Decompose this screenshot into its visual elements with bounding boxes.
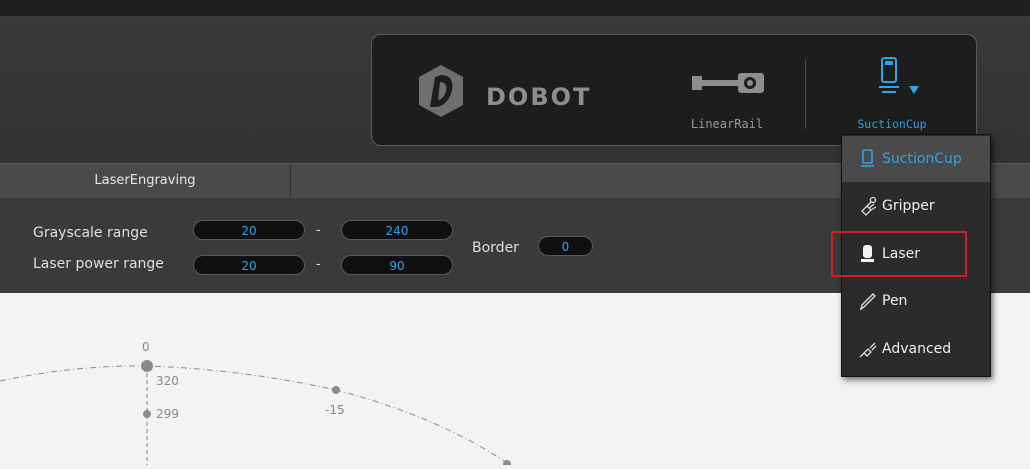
suction-cup-icon [879, 57, 899, 93]
grayscale-range-label: Grayscale range [33, 225, 148, 241]
title-strip [0, 0, 1030, 16]
menu-item-advanced[interactable]: Advanced [842, 326, 990, 372]
menu-item-label: Gripper [882, 198, 935, 214]
border-field[interactable]: 0 [538, 236, 593, 256]
gripper-icon [861, 196, 877, 216]
end-tool-label: SuctionCup [857, 117, 927, 131]
end-tool-select[interactable]: SuctionCup [842, 55, 942, 135]
device-divider [805, 59, 806, 129]
dobot-logo-text: DOBOT [486, 83, 592, 111]
advanced-icon [859, 342, 877, 358]
menu-item-label: SuctionCup [882, 151, 962, 167]
menu-item-pen[interactable]: Pen [842, 278, 990, 324]
menu-item-label: Laser [882, 246, 921, 262]
pen-icon [859, 293, 876, 311]
workspace-label-0: 0 [142, 340, 150, 354]
tab-laser-engraving[interactable]: LaserEngraving [0, 164, 291, 198]
grayscale-min-field[interactable]: 20 [193, 220, 305, 240]
menu-item-label: Advanced [882, 341, 952, 357]
suction-cup-icon [861, 149, 874, 167]
laser-power-min-field[interactable]: 20 [193, 255, 305, 275]
grayscale-dash: - [316, 223, 321, 238]
workspace-label-320: 320 [156, 374, 179, 388]
menu-item-label: Pen [882, 293, 908, 309]
linear-rail-label: LinearRail [690, 117, 764, 131]
workspace-origin-point[interactable] [141, 360, 153, 372]
workspace-point-minus15[interactable] [332, 386, 340, 394]
menu-item-laser[interactable]: Laser [831, 231, 967, 277]
workspace-label-299: 299 [156, 407, 179, 421]
laser-power-dash: - [316, 257, 321, 272]
menu-item-gripper[interactable]: Gripper [842, 183, 990, 229]
end-tool-dropdown: SuctionCup Gripper Laser Pen Advanced [831, 134, 991, 377]
menu-item-suctioncup[interactable]: SuctionCup [842, 136, 990, 182]
workspace-point-299[interactable] [143, 410, 151, 418]
workspace-label-minus15: -15 [325, 403, 345, 417]
dobot-logo-icon [419, 65, 463, 117]
grayscale-max-field[interactable]: 240 [341, 220, 453, 240]
device-panel: DOBOT LinearRail SuctionCup [371, 34, 977, 146]
linear-rail-icon [692, 73, 764, 93]
laser-power-range-label: Laser power range [33, 256, 164, 272]
laser-icon [861, 245, 874, 262]
laser-power-max-field[interactable]: 90 [341, 255, 453, 275]
chevron-down-icon [909, 86, 919, 94]
border-label: Border [472, 240, 519, 256]
linear-rail-button[interactable]: LinearRail [682, 61, 772, 131]
